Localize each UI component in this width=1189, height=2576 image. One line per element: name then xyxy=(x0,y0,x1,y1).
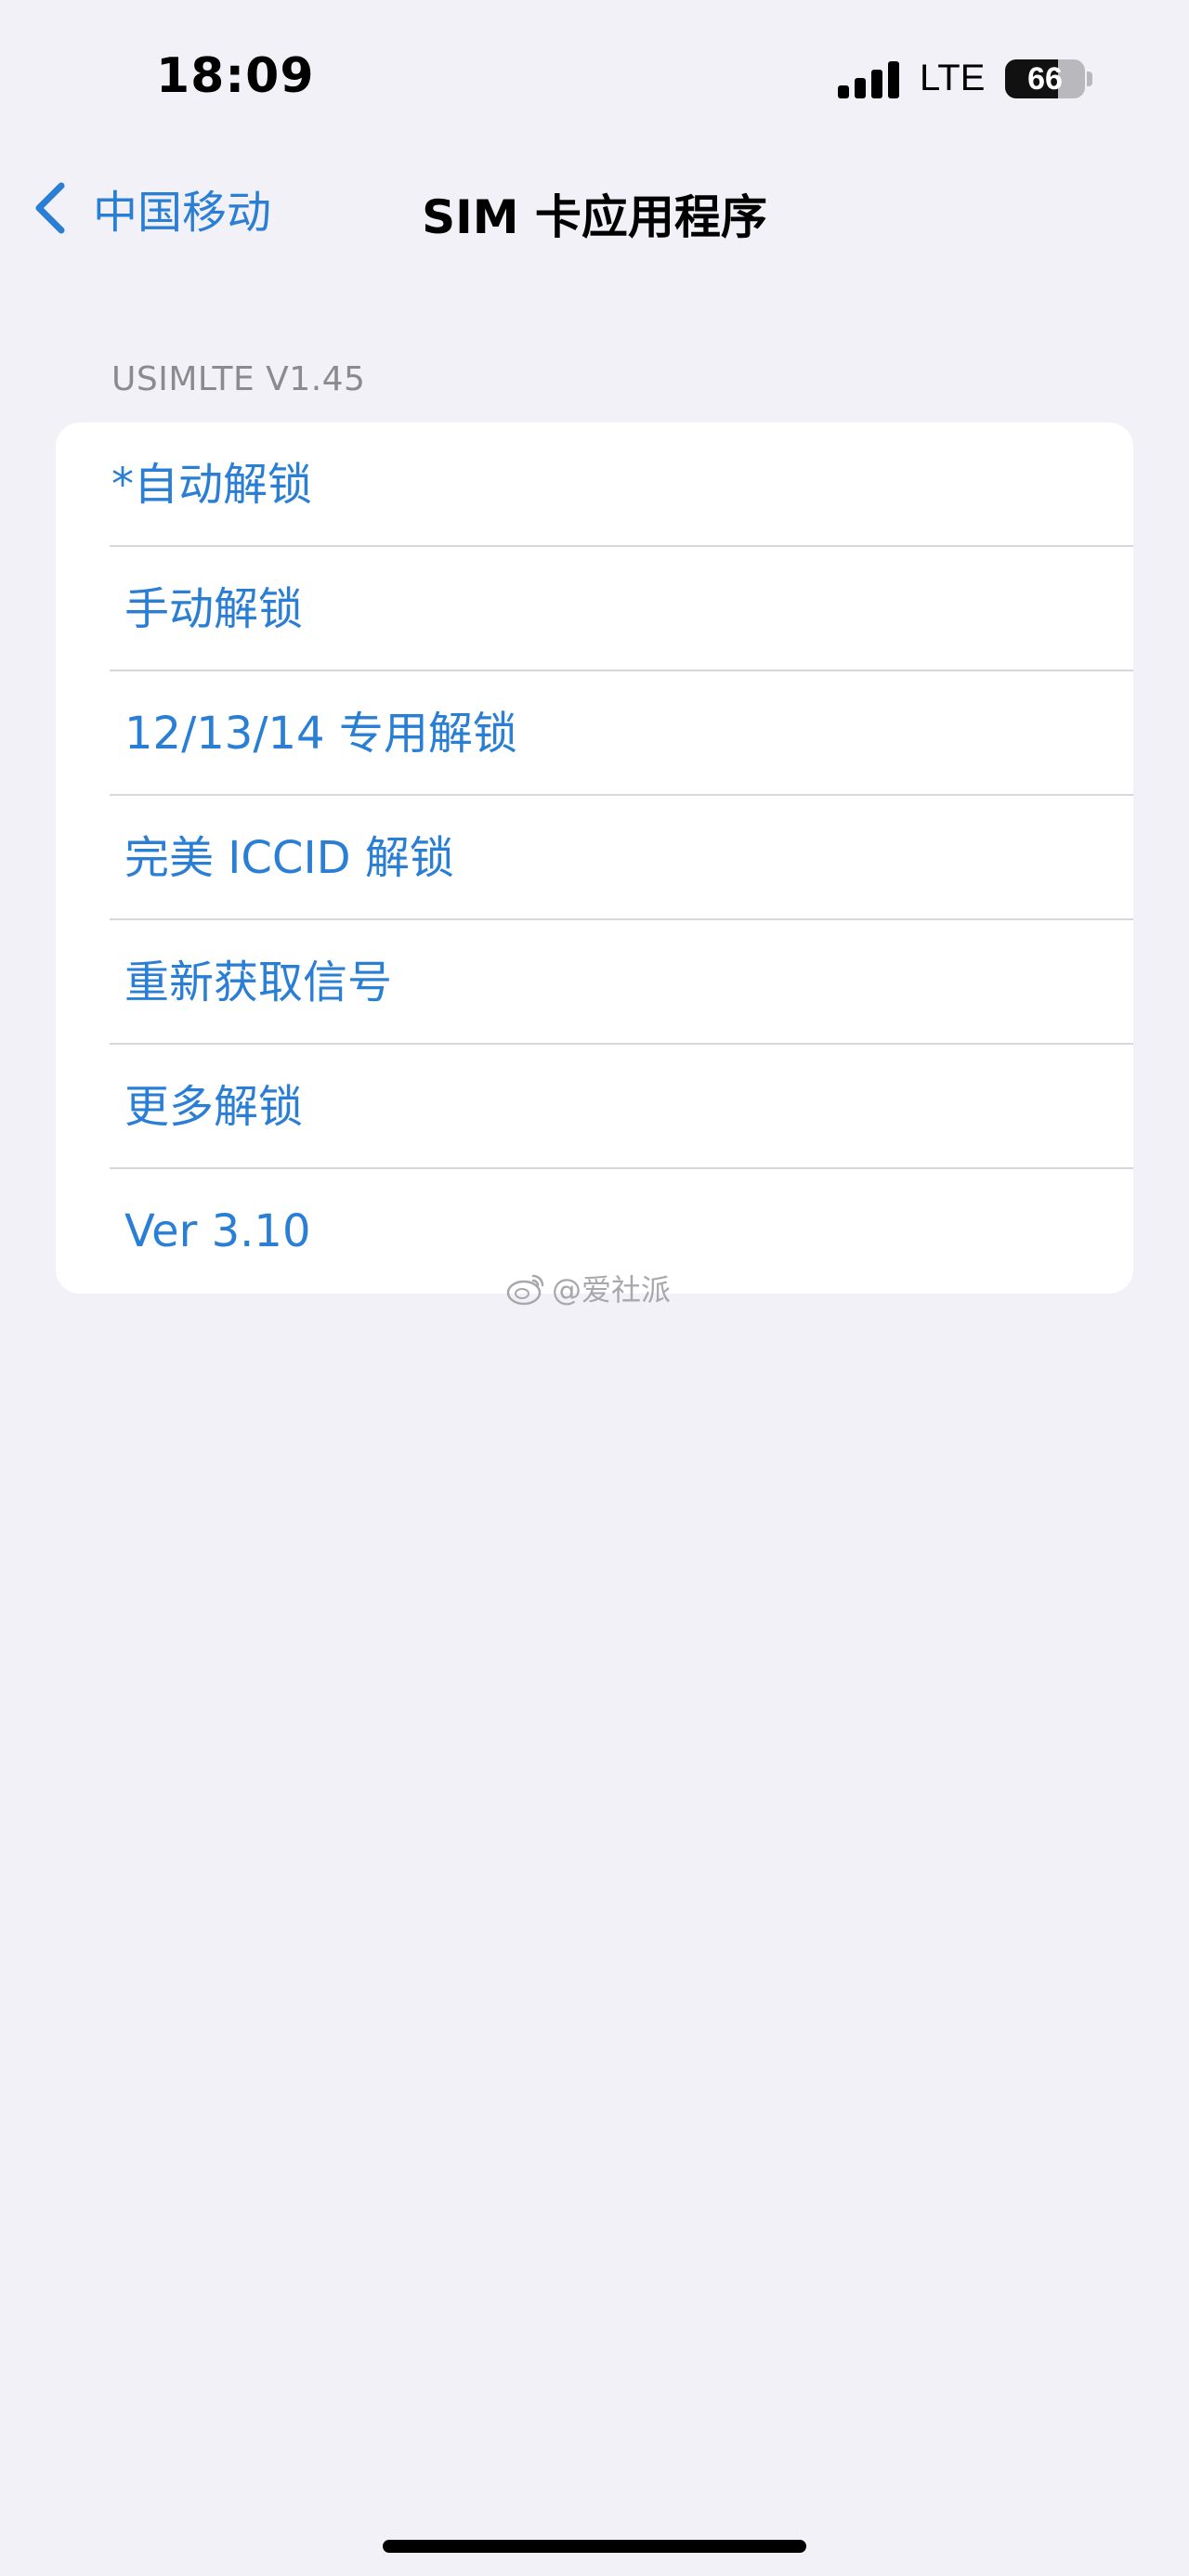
menu-item-label: Ver 3.10 xyxy=(124,1205,311,1257)
menu-item-manual-unlock[interactable]: 手动解锁 xyxy=(56,547,1133,671)
menu-item-auto-unlock[interactable]: *自动解锁 xyxy=(56,423,1133,547)
battery-cap xyxy=(1087,72,1092,86)
menu-item-reacquire-signal[interactable]: 重新获取信号 xyxy=(56,920,1133,1045)
watermark: @爱社派 xyxy=(505,1267,671,1309)
menu-item-label: 12/13/14 专用解锁 xyxy=(124,708,517,760)
status-time: 18:09 xyxy=(156,48,315,104)
chevron-left-icon xyxy=(35,182,65,234)
network-type-label: LTE xyxy=(920,58,986,98)
menu-item-more-unlock[interactable]: 更多解锁 xyxy=(56,1045,1133,1169)
menu-item-label: 手动解锁 xyxy=(124,583,304,635)
status-bar: 18:09 LTE 66 xyxy=(0,0,1189,158)
menu-item-iccid-unlock[interactable]: 完美 ICCID 解锁 xyxy=(56,796,1133,920)
menu-item-label: 重新获取信号 xyxy=(124,956,393,1008)
section-header: USIMLTE V1.45 xyxy=(111,360,366,398)
signal-strength-icon xyxy=(838,61,899,98)
menu-item-label: 完美 ICCID 解锁 xyxy=(124,832,454,884)
menu-item-label: 更多解锁 xyxy=(124,1081,304,1133)
sim-app-menu: *自动解锁 手动解锁 12/13/14 专用解锁 完美 ICCID 解锁 重新获… xyxy=(56,423,1133,1294)
battery-icon: 66 xyxy=(1005,59,1085,98)
back-button-label: 中国移动 xyxy=(93,187,272,239)
back-button[interactable]: 中国移动 xyxy=(32,175,282,241)
home-indicator[interactable] xyxy=(383,2540,806,2553)
weibo-icon xyxy=(506,1274,544,1306)
menu-item-dedicated-unlock[interactable]: 12/13/14 专用解锁 xyxy=(56,671,1133,796)
navigation-bar: 中国移动 SIM 卡应用程序 xyxy=(0,158,1189,260)
page-title: SIM 卡应用程序 xyxy=(422,190,767,244)
battery-level: 66 xyxy=(1027,61,1063,97)
watermark-text: @爱社派 xyxy=(552,1272,672,1308)
menu-item-label: *自动解锁 xyxy=(111,459,313,511)
